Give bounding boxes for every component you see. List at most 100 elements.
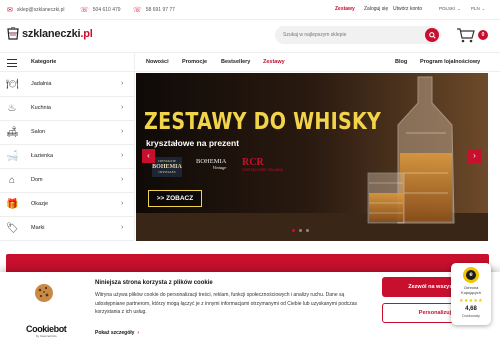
sidebar-item-label: Kuchnia xyxy=(31,105,51,111)
nav-link-blog[interactable]: Blog xyxy=(395,59,407,65)
slider-prev-button[interactable]: ‹ xyxy=(142,149,155,163)
brand-text: BOHEMIA xyxy=(196,158,227,165)
cart-count-badge[interactable]: 0 xyxy=(478,30,488,40)
cart-icon[interactable] xyxy=(456,27,476,43)
brand-logo-rcr: RCR CRISTALLERIE ITALIANA xyxy=(242,157,283,172)
logo-main: szklaneczki xyxy=(22,28,81,40)
main-nav: Kategorie Nowości Promocje Bestsellery Z… xyxy=(0,52,500,73)
chevron-down-icon: ⌄ xyxy=(457,6,461,11)
chevron-right-icon: › xyxy=(121,176,124,183)
top-link-zestawy[interactable]: Zestawy xyxy=(335,6,355,12)
categories-toggle[interactable]: Kategorie xyxy=(0,53,135,73)
cookiebot-byline: by Usercentrics xyxy=(36,334,57,338)
language-select[interactable]: POLSKI ⌄ xyxy=(439,6,461,11)
cookiebot-logo[interactable]: Cookiebot xyxy=(26,324,67,334)
slider-dot[interactable] xyxy=(306,229,309,232)
brand-text: CRYSTALEX xyxy=(158,170,176,174)
sidebar-item-salon[interactable]: 🛋 Salon › xyxy=(0,121,135,145)
dining-icon: 🍽 xyxy=(6,79,19,90)
chevron-right-icon: › xyxy=(121,104,124,111)
slider-dot[interactable] xyxy=(299,229,302,232)
currency-select[interactable]: PLN ⌄ xyxy=(471,6,485,11)
cookie-body: Witryna używa plików cookie do personali… xyxy=(95,292,358,315)
search-icon xyxy=(428,31,436,39)
cookie-details-link[interactable]: Pokaż szczegóły › xyxy=(95,330,139,336)
slider-dot[interactable] xyxy=(292,229,295,232)
category-sidebar: 🍽 Jadalnia › ♨ Kuchnia › 🛋 Salon › 🛁 Łaz… xyxy=(0,73,135,241)
mail-icon: ✉ xyxy=(7,7,13,14)
logo-suffix: .pl xyxy=(80,28,93,40)
sidebar-item-label: Marki xyxy=(31,225,45,231)
trust-line-1: Ochrona xyxy=(463,286,479,290)
banner-cta-button[interactable]: >> ZOBACZ xyxy=(148,190,202,207)
trust-seal-icon: e xyxy=(463,267,479,283)
bath-icon: 🛁 xyxy=(6,151,19,162)
kitchen-icon: ♨ xyxy=(7,103,17,114)
email-contact[interactable]: ✉ sklep@szklaneczki.pl xyxy=(7,6,64,14)
login-link[interactable]: Zaloguj się xyxy=(364,6,388,12)
phone-link-1[interactable]: 504 610 479 xyxy=(93,7,121,13)
sidebar-item-label: Jadalnia xyxy=(31,81,52,87)
rating-score: 4,68 xyxy=(465,306,477,312)
hamburger-icon xyxy=(7,59,17,67)
banner-background xyxy=(136,73,488,241)
cookie-consent-dialog: Cookiebot by Usercentrics Niniejsza stro… xyxy=(0,272,500,348)
nav-link-zestawy[interactable]: Zestawy xyxy=(263,59,285,65)
banner-subtitle: kryształowe na prezent xyxy=(146,138,240,148)
brand-text: CRYSTALITE xyxy=(158,159,176,163)
cookie-title: Niniejsza strona korzysta z plików cooki… xyxy=(95,280,213,286)
gift-icon: 🎁 xyxy=(6,199,19,210)
brand-logo-bohemia-vintage: BOHEMIA Vintage xyxy=(196,158,227,171)
nav-link-nowosci[interactable]: Nowości xyxy=(146,59,169,65)
brand-logo-bohemia-crystalite: CRYSTALITE BOHEMIA CRYSTALEX xyxy=(152,157,182,177)
sidebar-item-label: Dom xyxy=(31,177,43,183)
search-input[interactable] xyxy=(283,29,413,41)
slider-next-button[interactable]: › xyxy=(468,149,481,163)
sidebar-item-label: Salon xyxy=(31,129,46,135)
phone-contact-2[interactable]: ☏ 58 691 97 77 xyxy=(133,6,175,14)
nav-link-bestsellery[interactable]: Bestsellery xyxy=(221,59,250,65)
cookie-icon xyxy=(35,284,53,302)
sidebar-item-lazienka[interactable]: 🛁 Łazienka › xyxy=(0,145,135,169)
phone-icon: ☏ xyxy=(133,7,142,14)
currency-value: PLN xyxy=(471,6,480,11)
phone-contact-1[interactable]: ☏ 504 610 479 xyxy=(80,6,121,14)
chevron-down-icon: ⌄ xyxy=(481,6,486,11)
slider-dots xyxy=(292,229,309,232)
email-link[interactable]: sklep@szklaneczki.pl xyxy=(17,7,65,13)
sidebar-item-okazje[interactable]: 🎁 Okazje › xyxy=(0,193,135,217)
details-label: Pokaż szczegóły xyxy=(95,330,135,336)
chevron-right-icon: › xyxy=(121,80,124,87)
sofa-icon: 🛋 xyxy=(6,127,19,138)
chevron-right-icon: › xyxy=(121,128,124,135)
logo-text: szklaneczki.pl xyxy=(22,28,93,40)
glass-logo-icon xyxy=(7,27,19,40)
brand-text: Vintage xyxy=(212,165,227,170)
search-button[interactable] xyxy=(425,28,439,42)
nav-link-program[interactable]: Program lojalnościowy xyxy=(420,59,480,65)
sidebar-item-kuchnia[interactable]: ♨ Kuchnia › xyxy=(0,97,135,121)
nav-link-promocje[interactable]: Promocje xyxy=(182,59,207,65)
sidebar-item-marki[interactable]: 🏷 Marki › xyxy=(0,217,135,241)
phone-link-2[interactable]: 58 691 97 77 xyxy=(146,7,175,13)
phone-icon: ☏ xyxy=(80,7,89,14)
header: szklaneczki.pl 0 xyxy=(0,20,500,50)
sidebar-item-label: Okazje xyxy=(31,201,49,207)
language-value: POLSKI xyxy=(439,6,456,11)
hero-banner[interactable]: ZESTAWY DO WHISKY kryształowe na prezent… xyxy=(136,73,488,241)
sidebar-item-label: Łazienka xyxy=(31,153,54,159)
top-bar: ✉ sklep@szklaneczki.pl ☏ 504 610 479 ☏ 5… xyxy=(0,0,500,20)
chevron-right-icon: › xyxy=(121,224,124,231)
sidebar-item-jadalnia[interactable]: 🍽 Jadalnia › xyxy=(0,73,135,97)
trusted-shops-badge[interactable]: e Ochrona Kupujących ★★★★★ 4,68 Doskonał… xyxy=(451,263,491,325)
trust-line-2: Kupujących xyxy=(461,291,481,295)
logo[interactable]: szklaneczki.pl xyxy=(6,27,93,41)
search-bar xyxy=(275,26,441,44)
register-link[interactable]: Utwórz konto xyxy=(393,6,422,12)
chevron-right-icon: › xyxy=(137,330,140,336)
sidebar-item-dom[interactable]: ⌂ Dom › xyxy=(0,169,135,193)
banner-title: ZESTAWY DO WHISKY xyxy=(144,109,382,135)
tag-icon: 🏷 xyxy=(6,223,19,234)
brand-text: RCR xyxy=(242,157,264,168)
rating-stars: ★★★★★ xyxy=(459,298,483,304)
